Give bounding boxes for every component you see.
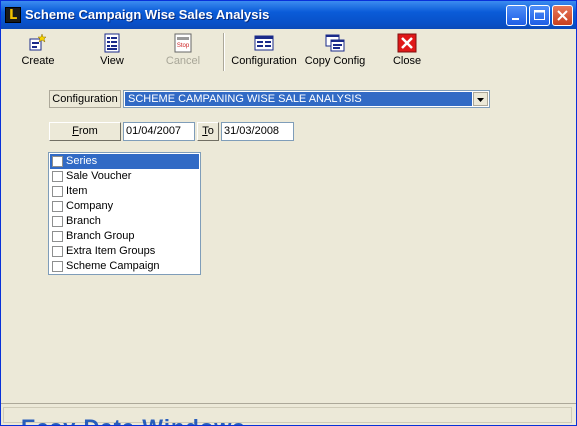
list-item[interactable]: Sale Voucher [50,169,199,184]
app-icon[interactable]: L [5,7,21,23]
from-access-key: F [72,125,79,137]
to-date-field[interactable]: 31/03/2008 [221,122,294,141]
list-item-label: Series [66,155,98,167]
title-bar[interactable]: L Scheme Campaign Wise Sales Analysis [1,1,576,29]
checkbox[interactable] [52,216,63,227]
checkbox[interactable] [52,186,63,197]
configuration-button[interactable]: Configuration [229,31,299,73]
maximize-icon [534,10,545,20]
configuration-icon [254,33,274,53]
close-window-button[interactable] [552,5,573,26]
list-item-label: Scheme Campaign [66,260,160,272]
chevron-down-icon [477,98,484,102]
to-button[interactable]: To [197,122,219,141]
background-app-text: Easy Data Windows [21,415,246,425]
create-icon [28,33,48,53]
stop-icon-text: Stop [177,43,190,49]
close-icon [397,33,417,53]
list-item[interactable]: Extra Item Groups [50,244,199,259]
view-label: View [100,55,124,67]
copy-config-button[interactable]: Copy Config [303,31,367,73]
stop-icon: Stop [173,33,193,53]
list-item[interactable]: Branch Group [50,229,199,244]
list-item-label: Branch [66,215,101,227]
create-label: Create [21,55,55,67]
main-window: L Scheme Campaign Wise Sales Analysis Cr… [0,0,577,426]
app-icon-letter: L [9,8,18,23]
list-item-label: Sale Voucher [66,170,132,182]
minimize-icon [512,18,519,20]
view-icon [102,33,122,53]
checkbox[interactable] [52,171,63,182]
list-item[interactable]: Company [50,199,199,214]
close-label: Close [392,55,422,67]
list-item[interactable]: Branch [50,214,199,229]
window-title: Scheme Campaign Wise Sales Analysis [25,7,270,22]
copy-config-label: Copy Config [304,55,366,67]
configuration-selected-value[interactable]: SCHEME CAMPANING WISE SALE ANALYSIS [125,92,472,106]
maximize-button[interactable] [529,5,550,26]
toolbar: Create View Stop Cancel Configuration Co [5,31,573,73]
close-icon [557,10,568,21]
list-item[interactable]: Item [50,184,199,199]
configuration-label: Configuration [49,90,121,108]
configuration-dropdown[interactable]: SCHEME CAMPANING WISE SALE ANALYSIS [123,90,490,108]
to-label-rest: o [207,125,214,137]
copy-config-icon [325,33,345,53]
list-item-label: Extra Item Groups [66,245,156,257]
checkbox[interactable] [52,156,63,167]
list-item[interactable]: Series [50,154,199,169]
list-item-label: Item [66,185,88,197]
from-label-rest: rom [78,125,98,137]
configuration-tool-label: Configuration [231,55,297,67]
cancel-button[interactable]: Stop Cancel [159,31,207,73]
view-button[interactable]: View [87,31,137,73]
cancel-label: Cancel [165,55,201,67]
checkbox[interactable] [52,231,63,242]
group-by-list[interactable]: Series Sale Voucher Item Company Branch … [48,152,201,275]
minimize-button[interactable] [506,5,527,26]
toolbar-separator [223,33,225,71]
dropdown-arrow-button[interactable] [473,92,488,106]
checkbox[interactable] [52,201,63,212]
checkbox[interactable] [52,246,63,257]
close-button[interactable]: Close [385,31,429,73]
from-button[interactable]: From [49,122,121,141]
list-item-label: Company [66,200,114,212]
list-item-label: Branch Group [66,230,135,242]
checkbox[interactable] [52,261,63,272]
create-button[interactable]: Create [15,31,61,73]
list-item[interactable]: Scheme Campaign [50,259,199,274]
from-date-field[interactable]: 01/04/2007 [123,122,195,141]
